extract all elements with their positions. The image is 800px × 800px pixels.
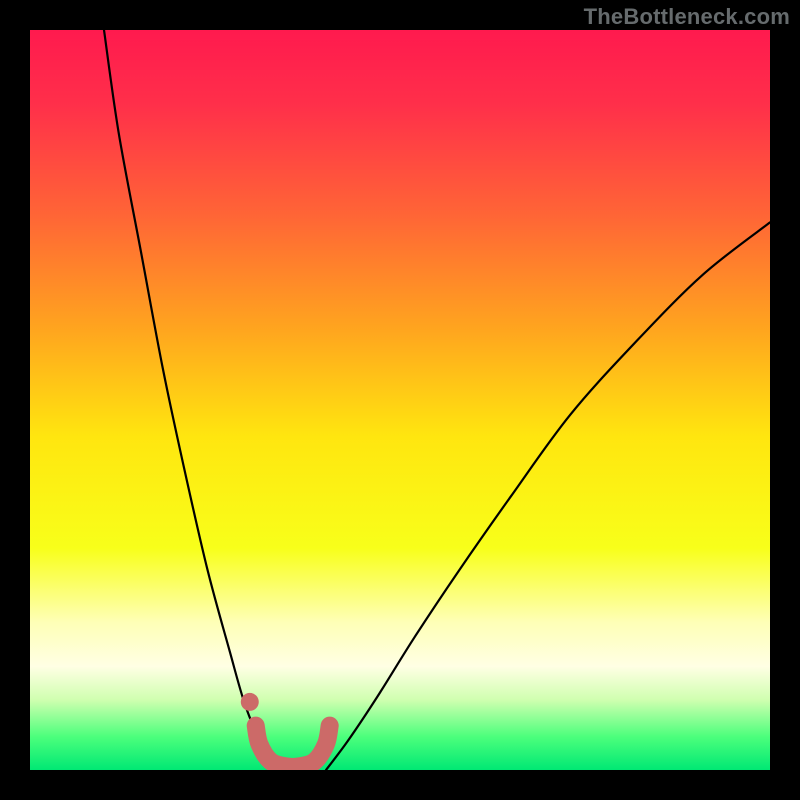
chart-svg [30, 30, 770, 770]
watermark-text: TheBottleneck.com [584, 4, 790, 30]
plot-area [30, 30, 770, 770]
highlight-dot [241, 693, 259, 711]
chart-frame: TheBottleneck.com [0, 0, 800, 800]
